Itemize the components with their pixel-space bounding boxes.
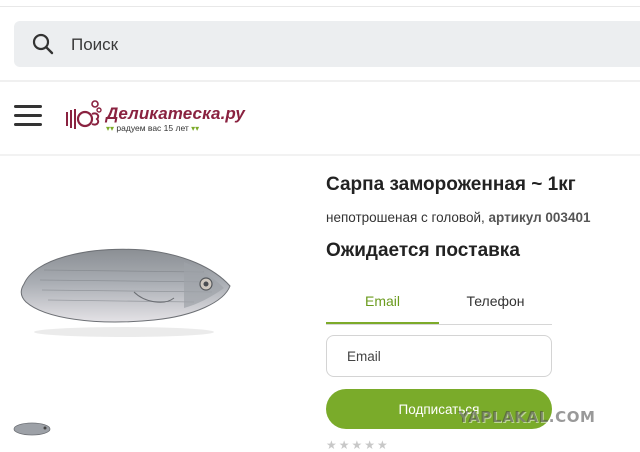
search-input[interactable]: [69, 21, 593, 69]
top-divider: [0, 6, 640, 7]
watermark: YAPLAKAL.COM: [458, 408, 596, 426]
product-description: непотрошеная с головой,: [326, 210, 485, 225]
product-title: Сарпа замороженная ~ 1кг: [326, 174, 576, 195]
product-article: артикул 003401: [488, 210, 591, 225]
hamburger-menu-icon[interactable]: [14, 105, 42, 133]
tab-email[interactable]: Email: [326, 284, 439, 324]
tab-phone[interactable]: Телефон: [439, 284, 552, 322]
product-thumbnail[interactable]: [12, 418, 52, 440]
subscribe-tabs: Email Телефон: [326, 284, 552, 325]
fish-logo-icon: [66, 100, 102, 129]
site-logo[interactable]: Деликатеска.ру ▾▾ радуем вас 15 лет ▾▾: [64, 98, 245, 142]
search-bar[interactable]: [14, 21, 640, 69]
search-icon[interactable]: [31, 32, 55, 56]
content-divider: [0, 154, 640, 156]
logo-tagline: ▾▾ радуем вас 15 лет ▾▾: [106, 123, 199, 133]
availability-status: Ожидается поставка: [326, 240, 520, 261]
logo-tagline-text: радуем вас 15 лет: [116, 123, 189, 133]
product-subtitle: непотрошеная с головой, артикул 003401: [326, 210, 590, 225]
logo-name: Деликатеска.ру: [106, 104, 245, 123]
email-field[interactable]: [326, 335, 552, 377]
product-image-fish[interactable]: [14, 232, 236, 342]
bunting-icon: ▾▾: [106, 124, 115, 133]
rating-stars[interactable]: ★★★★★: [326, 438, 390, 452]
header-divider: [0, 80, 640, 82]
bunting-icon: ▾▾: [191, 124, 200, 133]
